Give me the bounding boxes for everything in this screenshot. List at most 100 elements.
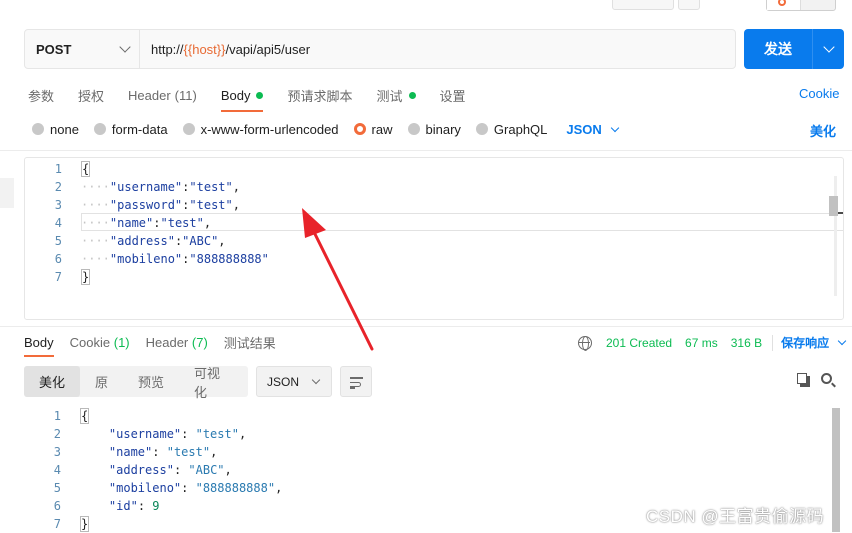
json-key: "mobileno"	[108, 481, 182, 495]
radio-label: binary	[425, 121, 461, 137]
radio-label: form-data	[111, 121, 168, 137]
brace: }	[81, 269, 91, 285]
json-value: "ABC"	[182, 234, 219, 248]
radio-icon	[407, 123, 420, 135]
radio-icon	[182, 123, 195, 135]
code-text: "address": "ABC",	[108, 463, 232, 477]
radio-none[interactable]: none	[32, 122, 79, 137]
beautify-button[interactable]: 美化	[810, 121, 836, 140]
line-number: 3	[54, 198, 62, 212]
tab-tests[interactable]: 测试	[376, 84, 416, 106]
send-button[interactable]: 发送	[744, 39, 812, 59]
code-text: "username": "test",	[108, 427, 247, 441]
line-number: 5	[54, 234, 62, 248]
tab-label: Cookie	[69, 334, 111, 350]
chevron-down-icon	[119, 41, 131, 53]
tab-count: (1)	[113, 334, 130, 350]
tab-body[interactable]: Body	[220, 84, 264, 112]
tab-pre-request-script[interactable]: 预请求脚本	[287, 84, 352, 106]
save-response-button[interactable]: 保存响应	[781, 334, 847, 351]
line-number: 1	[54, 162, 62, 176]
url-bar: POST http://{{host}}/vapi/api5/user	[24, 29, 736, 69]
radio-icon	[32, 123, 44, 135]
line-number: 7	[53, 517, 61, 531]
json-value: "888888888"	[189, 252, 269, 266]
method-select[interactable]: POST	[25, 30, 140, 68]
view-preview[interactable]: 预览	[123, 366, 179, 397]
view-toggle[interactable]	[766, 0, 836, 11]
json-key: "username"	[109, 180, 183, 194]
save-request-button[interactable]	[612, 0, 674, 10]
tab-auth[interactable]: 授权	[78, 84, 104, 106]
radio-urlencoded[interactable]: x-www-form-urlencoded	[182, 122, 339, 137]
tab-test-results[interactable]: 测试结果	[224, 333, 276, 352]
response-scrollbar[interactable]	[832, 408, 840, 532]
json-value: "test"	[166, 445, 211, 459]
save-dropdown-button[interactable]	[678, 0, 700, 10]
request-body-editor[interactable]: 1{ 2 ····"username":"test", 3 ····"passwor…	[24, 157, 844, 320]
code-text: }	[81, 268, 91, 286]
code-line: 3 ····"password":"test",	[25, 196, 843, 214]
code-line: 4 ····"name":"test",	[25, 214, 843, 232]
divider	[0, 326, 852, 327]
line-number: 7	[54, 270, 62, 284]
radio-form-data[interactable]: form-data	[93, 121, 168, 137]
json-value: "test"	[189, 198, 233, 212]
url-variable: {{host}}	[183, 41, 226, 57]
view-visualize[interactable]: 可视化	[179, 366, 248, 400]
response-time[interactable]: 67 ms	[685, 336, 718, 350]
code-text: "mobileno": "888888888",	[108, 481, 283, 495]
code-text: }	[80, 515, 90, 533]
code-line: 5 "mobileno": "888888888",	[24, 479, 844, 497]
copy-icon[interactable]	[797, 373, 810, 387]
tab-label: 预请求脚本	[287, 88, 353, 104]
response-format-select[interactable]: JSON	[256, 366, 332, 397]
json-key: "name"	[108, 445, 153, 459]
code-line: 1{	[24, 407, 844, 425]
code-text: ····"address":"ABC",	[81, 234, 226, 248]
cookies-link[interactable]: Cookie	[799, 86, 839, 101]
line-number: 4	[53, 463, 61, 477]
line-number: 4	[54, 216, 62, 230]
radio-label: none	[50, 121, 79, 137]
view-raw[interactable]: 原	[80, 366, 123, 397]
top-toolbar-strip	[0, 0, 852, 12]
tab-headers[interactable]: Header (11)	[128, 84, 197, 106]
json-value: "ABC"	[188, 463, 225, 477]
globe-icon[interactable]	[578, 335, 592, 351]
code-text: ····"username":"test",	[81, 180, 240, 194]
brace: {	[80, 408, 90, 424]
json-key: "password"	[109, 198, 183, 212]
chevron-down-icon	[610, 123, 620, 132]
code-line: 1{	[25, 160, 843, 178]
tab-settings[interactable]: 设置	[440, 84, 466, 106]
body-format-select[interactable]: JSON	[566, 121, 620, 137]
sidebar-edge	[0, 178, 14, 208]
wrap-lines-button[interactable]	[340, 366, 372, 397]
tab-label: Header	[128, 87, 171, 103]
radio-graphql[interactable]: GraphQL	[475, 122, 547, 137]
view-pretty[interactable]: 美化	[24, 366, 80, 397]
json-value: "test"	[195, 427, 239, 441]
url-prefix: http://	[151, 41, 184, 57]
send-dropdown-button[interactable]	[813, 41, 844, 53]
status-code[interactable]: 201 Created	[606, 336, 672, 350]
json-value: "test"	[189, 180, 233, 194]
tab-response-cookies[interactable]: Cookie (1)	[70, 335, 130, 350]
search-icon[interactable]	[821, 373, 836, 388]
editor-scrollbar[interactable]	[829, 196, 838, 216]
tab-response-headers[interactable]: Header (7)	[146, 335, 208, 350]
tab-response-body[interactable]: Body	[24, 335, 54, 357]
url-input[interactable]: http://{{host}}/vapi/api5/user	[140, 42, 310, 57]
radio-raw[interactable]: raw	[353, 122, 393, 137]
divider	[772, 334, 774, 351]
format-label: JSON	[566, 121, 602, 137]
line-number: 5	[53, 481, 61, 495]
request-tabs: 参数 授权 Header (11) Body 预请求脚本 测试 设置	[28, 84, 490, 112]
response-size[interactable]: 316 B	[731, 336, 762, 350]
tab-params[interactable]: 参数	[28, 84, 54, 106]
method-label: POST	[36, 41, 72, 57]
radio-binary[interactable]: binary	[407, 121, 461, 137]
save-response-label: 保存响应	[781, 336, 830, 350]
tab-label: Header	[145, 334, 189, 350]
